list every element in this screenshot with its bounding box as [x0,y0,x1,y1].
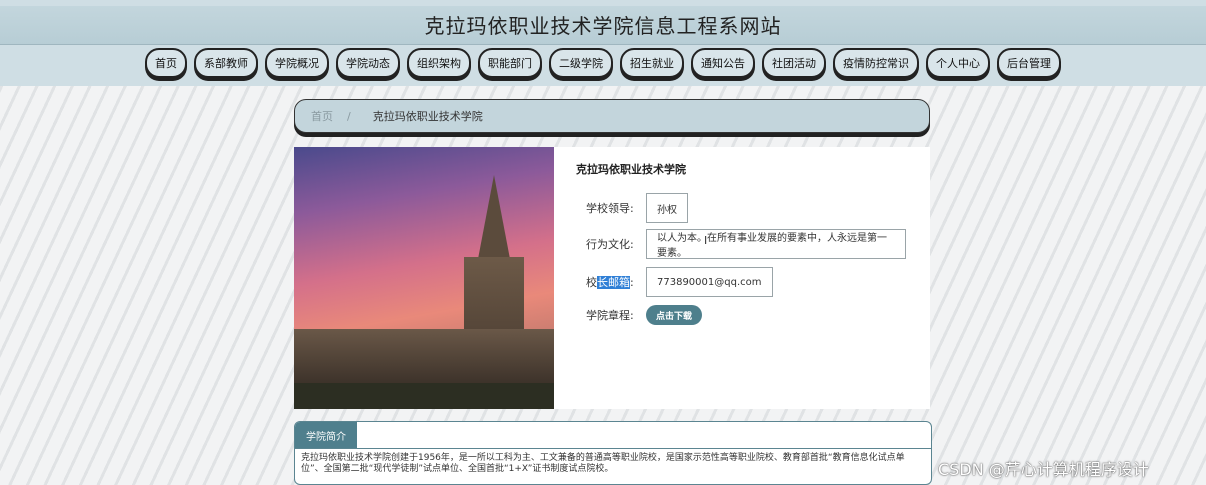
culture-value: 以人为本。在所有事业发展的要素中，人永远是第一要素。 [646,229,906,259]
text-cursor-icon: I [704,234,708,247]
leader-row: 学校领导: 孙权 [586,193,688,223]
breadcrumb: 首页 / 克拉玛依职业技术学院 [294,99,930,133]
detail-info: 克拉玛依职业技术学院 学校领导: 孙权 行为文化: 以人为本。在所有事业发展的要… [576,147,926,409]
nav-item-profile[interactable]: 个人中心 [926,48,990,78]
nav-item-clubs[interactable]: 社团活动 [762,48,826,78]
nav-item-epidemic[interactable]: 疫情防控常识 [833,48,919,78]
culture-row: 行为文化: 以人为本。在所有事业发展的要素中，人永远是第一要素。 [586,229,906,259]
tower-spire-shape [478,175,510,259]
ground-shape [294,383,554,409]
nav-item-organization[interactable]: 组织架构 [407,48,471,78]
download-button[interactable]: 点击下载 [646,305,703,325]
email-label-selection: 长邮箱 [597,276,630,289]
leader-label: 学校领导: [586,202,634,215]
nav-item-notices[interactable]: 通知公告 [691,48,755,78]
charter-label: 学院章程: [586,309,634,322]
email-value: 773890001@qq.com [646,267,773,297]
email-row: 校长邮箱: 773890001@qq.com [586,267,773,297]
breadcrumb-separator: / [347,109,351,123]
intro-divider [295,448,931,449]
intro-panel: 学院简介 克拉玛依职业技术学院创建于1956年，是一所以工科为主、工文兼备的普通… [294,421,932,485]
detail-title: 克拉玛依职业技术学院 [576,163,686,176]
nav-item-departments[interactable]: 职能部门 [478,48,542,78]
email-label: 校长邮箱: [586,274,646,290]
email-label-suffix: : [630,276,634,289]
charter-row: 学院章程: 点击下载 [586,305,703,325]
leader-value: 孙权 [646,193,688,223]
nav-item-overview[interactable]: 学院概况 [265,48,329,78]
culture-label: 行为文化: [586,238,634,251]
csdn-watermark: CSDN @芹心计算机程序设计 [938,460,1149,479]
site-title: 克拉玛依职业技术学院信息工程系网站 [424,14,782,38]
building-shape [294,329,554,387]
main-nav: 首页 系部教师 学院概况 学院动态 组织架构 职能部门 二级学院 招生就业 通知… [0,48,1206,82]
breadcrumb-home-link[interactable]: 首页 [311,108,333,124]
detail-panel: 克拉玛依职业技术学院 学校领导: 孙权 行为文化: 以人为本。在所有事业发展的要… [294,147,930,409]
breadcrumb-current: 克拉玛依职业技术学院 [372,110,483,123]
nav-item-secondary-colleges[interactable]: 二级学院 [549,48,613,78]
nav-item-news[interactable]: 学院动态 [336,48,400,78]
site-header: 克拉玛依职业技术学院信息工程系网站 首页 系部教师 学院概况 学院动态 组织架构… [0,0,1206,86]
intro-text: 克拉玛依职业技术学院创建于1956年，是一所以工科为主、工文兼备的普通高等职业院… [301,453,905,474]
nav-item-teachers[interactable]: 系部教师 [194,48,258,78]
nav-item-admin[interactable]: 后台管理 [997,48,1061,78]
college-photo [294,147,554,409]
nav-item-admissions[interactable]: 招生就业 [620,48,684,78]
email-label-prefix: 校 [586,276,597,289]
nav-item-home[interactable]: 首页 [145,48,187,78]
intro-tab[interactable]: 学院简介 [295,422,357,448]
